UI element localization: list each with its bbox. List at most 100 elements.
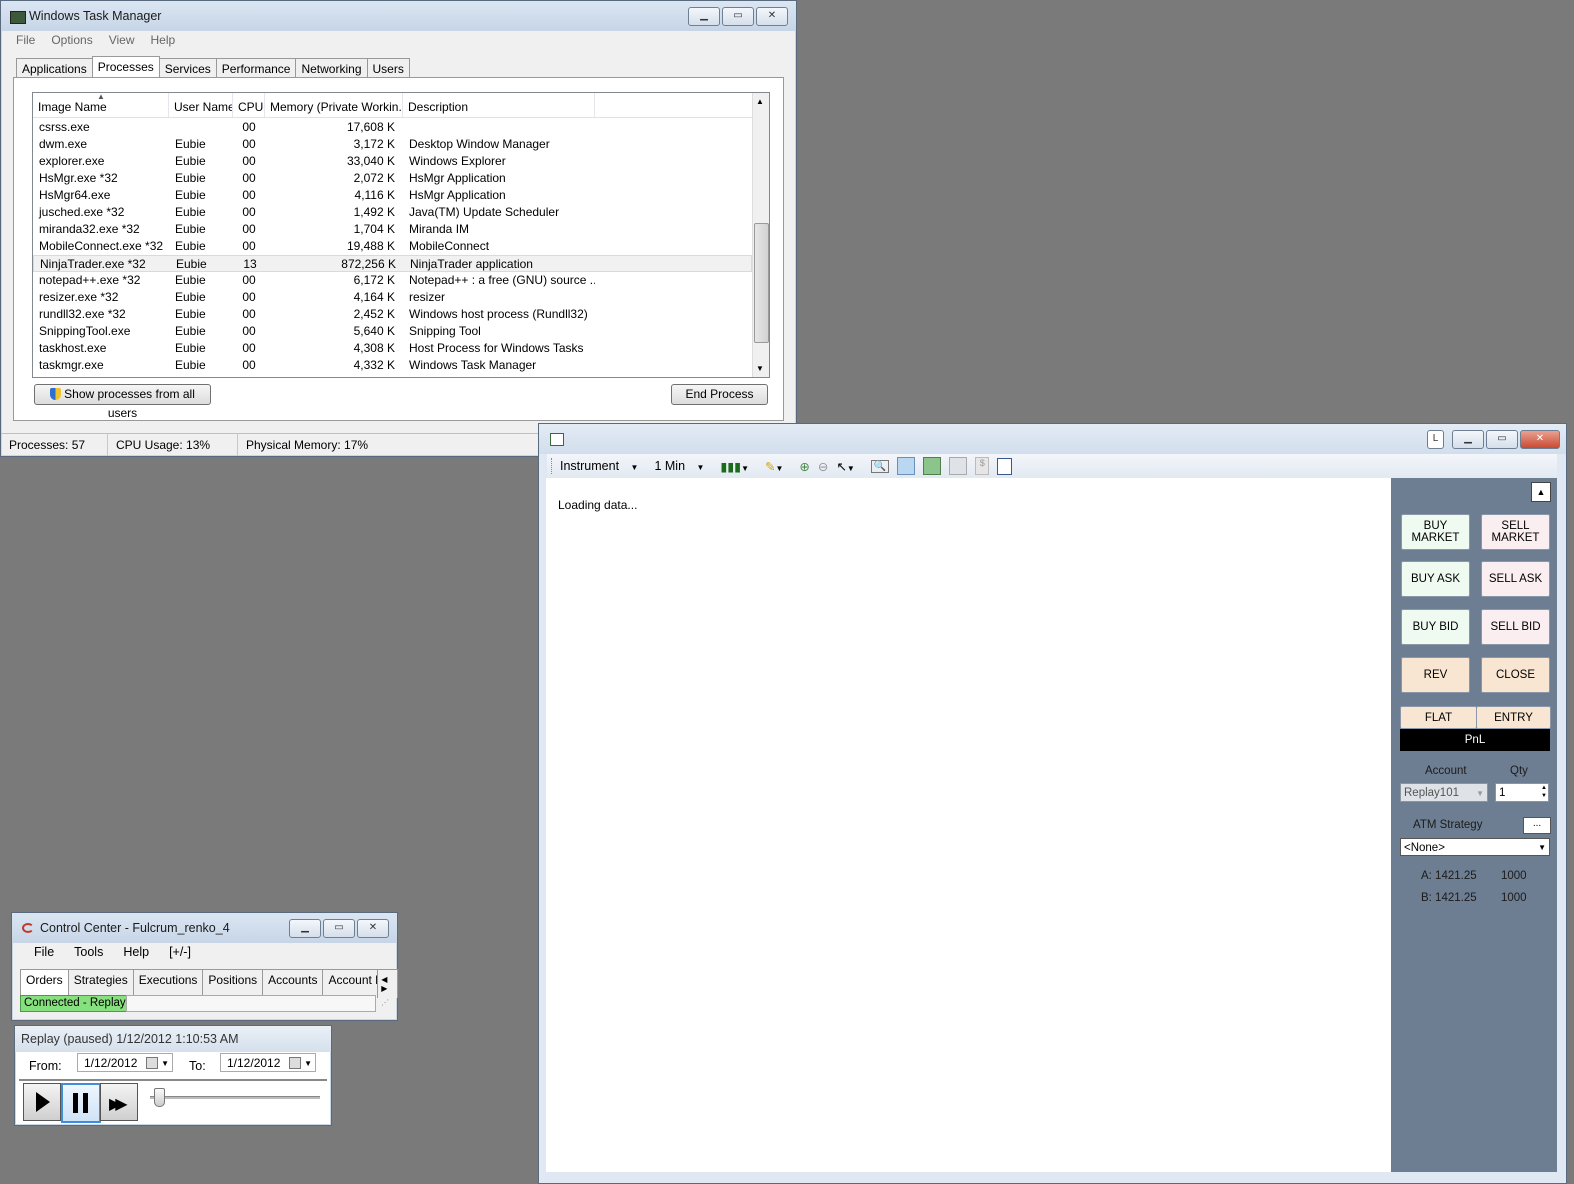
interval-selector[interactable]: 1 Min ▼ (654, 459, 712, 473)
end-process-button[interactable]: End Process (671, 384, 768, 405)
table-row[interactable]: HsMgr.exe *32 Eubie 00 2,072 K HsMgr Applica… (33, 170, 752, 187)
sell-market-button[interactable]: SELL MARKET (1481, 514, 1550, 550)
scroll-down-arrow-icon[interactable]: ▼ (756, 364, 764, 373)
tab-strategies[interactable]: Strategies (67, 969, 134, 998)
tab-account-performance[interactable]: Account P (322, 969, 379, 998)
minimize-button[interactable]: ▁ (688, 7, 720, 26)
instrument-selector[interactable]: Instrument ▼ (560, 459, 646, 473)
scroll-up-arrow-icon[interactable]: ▲ (756, 97, 764, 106)
reverse-button[interactable]: REV (1401, 657, 1470, 693)
table-row[interactable]: HsMgr64.exe Eubie 00 4,116 K HsMgr Applicati… (33, 187, 752, 204)
cc-menu-help[interactable]: Help (113, 945, 159, 959)
chart-canvas[interactable]: Loading data... (546, 478, 1391, 1172)
table-row[interactable]: jusched.exe *32 Eubie 00 1,492 K Java(TM) Up… (33, 204, 752, 221)
chart-titlebar[interactable]: L ▁ ▭ ✕ (539, 424, 1566, 454)
column-cpu[interactable]: CPU (233, 93, 265, 117)
column-description[interactable]: Description (403, 93, 595, 117)
table-row[interactable]: miranda32.exe *32 Eubie 00 1,704 K Miranda I… (33, 221, 752, 238)
pause-button[interactable] (61, 1083, 101, 1123)
process-table[interactable]: Image Name User Name CPU Memory (Private… (32, 92, 770, 378)
column-user-name[interactable]: User Name (169, 93, 233, 117)
maximize-button[interactable]: ▭ (722, 7, 754, 26)
tab-accounts[interactable]: Accounts (262, 969, 324, 998)
cell-image-name: HsMgr.exe *32 (39, 171, 118, 185)
tab-processes[interactable]: Processes (91, 56, 160, 79)
table-row[interactable]: csrss.exe 00 17,608 K (33, 119, 752, 136)
cc-minimize-button[interactable]: ▁ (289, 919, 321, 938)
data-box-icon[interactable] (949, 457, 968, 475)
table-row[interactable]: resizer.exe *32 Eubie 00 4,164 K resizer (33, 289, 752, 306)
scrollbar-thumb[interactable] (754, 223, 769, 343)
cc-menu-tools[interactable]: Tools (64, 945, 113, 959)
from-date-picker[interactable]: 1/12/2012 ▼ (77, 1053, 173, 1072)
flat-button[interactable]: FLAT (1400, 706, 1477, 729)
buy-ask-button[interactable]: BUY ASK (1401, 561, 1470, 597)
table-row[interactable]: explorer.exe Eubie 00 33,040 K Windows Explo… (33, 153, 752, 170)
menu-help[interactable]: Help (144, 31, 183, 51)
tab-scroll-arrows-icon[interactable]: ◀ ▶ (377, 969, 398, 998)
to-date-picker[interactable]: 1/12/2012 ▼ (220, 1053, 316, 1072)
tab-orders[interactable]: Orders (20, 969, 69, 998)
cc-maximize-button[interactable]: ▭ (323, 919, 355, 938)
control-center-titlebar[interactable]: Control Center - Fulcrum_renko_4 ▁ ▭ ✕ (12, 913, 397, 943)
menu-options[interactable]: Options (44, 31, 99, 51)
zoom-in-icon[interactable]: ⊕ (799, 459, 809, 474)
zoom-out-icon[interactable]: ⊖ (818, 459, 828, 474)
chart-maximize-button[interactable]: ▭ (1486, 430, 1518, 449)
table-row[interactable]: SnippingTool.exe Eubie 00 5,640 K Snipping T… (33, 323, 752, 340)
close-position-button[interactable]: CLOSE (1481, 657, 1550, 693)
cell-cpu: 00 (242, 324, 256, 338)
process-table-scrollbar[interactable]: ▲ ▼ (752, 93, 769, 377)
show-all-processes-button[interactable]: Show processes from all users (34, 384, 211, 420)
play-button[interactable] (23, 1083, 61, 1121)
table-row[interactable]: notepad++.exe *32 Eubie 00 6,172 K Notepad++… (33, 272, 752, 289)
table-row[interactable]: NinjaTrader.exe *32 Eubie 13 872,256 K Ninja… (33, 255, 752, 272)
fast-forward-button[interactable]: ▶▶ (100, 1083, 138, 1121)
resize-grip-icon[interactable]: ⋰ (381, 998, 389, 1007)
table-row[interactable]: MobileConnect.exe *32 Eubie 00 19,488 K Mobi… (33, 238, 752, 255)
close-button[interactable]: ✕ (756, 7, 788, 26)
cc-menu-expand[interactable]: [+/-] (159, 945, 201, 959)
tab-positions[interactable]: Positions (202, 969, 264, 998)
atm-strategy-select[interactable]: <None> ▼ (1400, 838, 1550, 856)
cc-close-button[interactable]: ✕ (357, 919, 389, 938)
panel-collapse-button[interactable]: ▲ (1531, 482, 1551, 502)
magnifier-icon[interactable]: 🔍 (870, 459, 890, 473)
slider-thumb[interactable] (154, 1088, 165, 1107)
properties-icon[interactable] (997, 457, 1013, 475)
cell-memory: 872,256 K (341, 257, 396, 271)
table-row[interactable]: rundll32.exe *32 Eubie 00 2,452 K Windows ho… (33, 306, 752, 323)
tab-executions[interactable]: Executions (132, 969, 204, 998)
chart-close-button[interactable]: ✕ (1520, 430, 1560, 449)
cell-image-name: MobileConnect.exe *32 (39, 239, 164, 253)
stepper-arrows-icon[interactable]: ▲ ▼ (1541, 784, 1547, 800)
replay-speed-slider[interactable] (150, 1088, 320, 1107)
account-select[interactable]: Replay101 ▼ (1400, 783, 1488, 802)
task-manager-titlebar[interactable]: Windows Task Manager ▁ ▭ ✕ (1, 1, 796, 31)
chart-minimize-button[interactable]: ▁ (1452, 430, 1484, 449)
sell-ask-button[interactable]: SELL ASK (1481, 561, 1550, 597)
cell-cpu: 00 (242, 154, 256, 168)
entry-button[interactable]: ENTRY (1476, 706, 1551, 729)
table-row[interactable]: taskhost.exe Eubie 00 4,308 K Host Process f… (33, 340, 752, 357)
cell-user-name (169, 119, 233, 136)
replay-titlebar[interactable]: Replay (paused) 1/12/2012 1:10:53 AM (15, 1026, 331, 1052)
chart-style-candlestick-icon[interactable]: ▮▮▮▼ (720, 459, 757, 474)
cursor-mode-icon[interactable]: ↖▼ (836, 459, 862, 474)
strategies-icon[interactable] (923, 457, 942, 475)
drawing-tools-pencil-icon[interactable]: ✎▼ (765, 459, 791, 474)
menu-view[interactable]: View (102, 31, 142, 51)
column-memory[interactable]: Memory (Private Workin... (265, 93, 403, 117)
cc-menu-file[interactable]: File (24, 945, 64, 959)
atm-strategy-options-button[interactable]: ... (1523, 817, 1551, 834)
menu-file[interactable]: File (9, 31, 42, 51)
sell-bid-button[interactable]: SELL BID (1481, 609, 1550, 645)
lock-button[interactable]: L (1427, 430, 1444, 449)
buy-market-button[interactable]: BUY MARKET (1401, 514, 1470, 550)
dollar-icon[interactable]: $ (975, 457, 990, 475)
qty-stepper[interactable]: 1 ▲ ▼ (1495, 783, 1549, 802)
table-row[interactable]: taskmgr.exe Eubie 00 4,332 K Windows Task Ma… (33, 357, 752, 374)
buy-bid-button[interactable]: BUY BID (1401, 609, 1470, 645)
indicators-icon[interactable] (897, 457, 916, 475)
table-row[interactable]: dwm.exe Eubie 00 3,172 K Desktop Window Mana… (33, 136, 752, 153)
